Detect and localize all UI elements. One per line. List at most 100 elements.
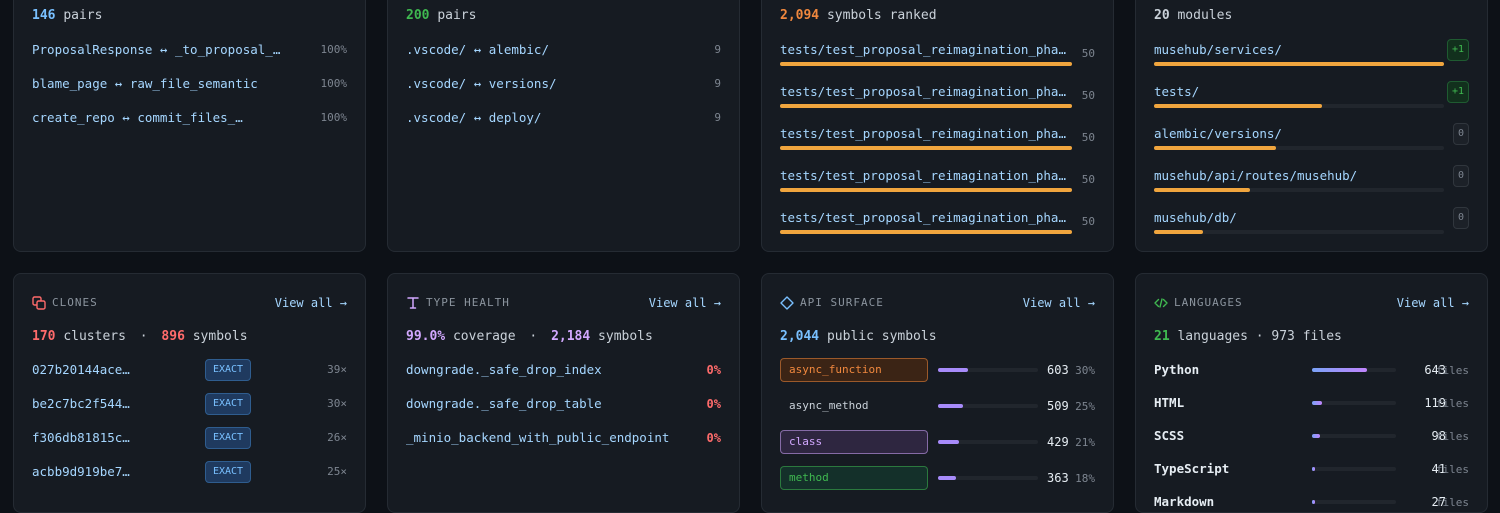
type-health-card: TYPE HEALTH View all → 99.0% coverage · … xyxy=(387,273,740,513)
cochange-count: 200 xyxy=(406,8,430,23)
module-path[interactable]: musehub/db/ xyxy=(1154,209,1237,227)
language-name[interactable]: Markdown xyxy=(1154,493,1214,511)
api-kind-chip[interactable]: class xyxy=(780,430,928,454)
modules-count: 20 xyxy=(1154,8,1170,23)
language-bar-track xyxy=(1312,368,1396,372)
module-bar-track xyxy=(1154,62,1444,66)
api-bar-track xyxy=(938,404,1038,408)
ranked-bar-fill xyxy=(780,62,1072,66)
ranked-bar-track xyxy=(780,62,1072,66)
language-file-unit: files xyxy=(1435,364,1469,377)
language-file-unit: files xyxy=(1435,430,1469,443)
modules-card: 20 modules musehub/services/ +1 tests/ +1 al… xyxy=(1135,0,1488,252)
coupling-pair[interactable]: create_repo ↔ commit_files_… xyxy=(32,109,243,127)
languages-card: LANGUAGES View all → 21 languages · 973 … xyxy=(1135,273,1488,513)
modules-count-label: modules xyxy=(1177,8,1233,23)
api-bar-fill xyxy=(938,440,959,444)
module-path[interactable]: musehub/api/routes/musehub/ xyxy=(1154,167,1357,185)
clones-view-all-link[interactable]: View all → xyxy=(275,294,347,312)
coupling-count: 146 xyxy=(32,8,56,23)
language-bar-fill xyxy=(1312,434,1321,438)
ranked-bar-fill xyxy=(780,230,1072,234)
type-coverage-label: coverage xyxy=(452,329,516,344)
clone-count: 39× xyxy=(327,363,347,376)
api-kind-chip[interactable]: method xyxy=(780,466,928,490)
ranked-score: 50 xyxy=(1081,173,1095,186)
module-path[interactable]: tests/ xyxy=(1154,83,1199,101)
module-path[interactable]: alembic/versions/ xyxy=(1154,125,1282,143)
api-surface-title: API SURFACE xyxy=(800,296,884,309)
cochange-pair[interactable]: .vscode/ ↔ alembic/ xyxy=(406,41,549,59)
module-bar-fill xyxy=(1154,146,1276,150)
languages-count: 21 xyxy=(1154,329,1170,344)
type-coverage-pct: 0% xyxy=(706,397,721,411)
clone-hash[interactable]: 027b20144ace… xyxy=(32,361,130,379)
module-delta-badge: 0 xyxy=(1453,165,1469,187)
api-kind-chip[interactable]: async_function xyxy=(780,358,928,382)
diamond-icon xyxy=(780,296,794,310)
module-bar-fill xyxy=(1154,62,1444,66)
coupling-pair[interactable]: blame_page ↔ raw_file_semantic xyxy=(32,75,258,93)
api-kind-chip[interactable]: async_method xyxy=(780,394,928,418)
type-health-title: TYPE HEALTH xyxy=(426,296,510,309)
clones-icon xyxy=(32,296,46,310)
coupling-score: 100% xyxy=(320,43,348,56)
module-bar-fill xyxy=(1154,230,1204,234)
module-delta-badge: +1 xyxy=(1447,81,1469,103)
type-separator: · xyxy=(529,329,538,344)
ranked-count: 2,094 xyxy=(780,8,820,23)
ranked-symbol[interactable]: tests/test_proposal_reimagination_pha… xyxy=(780,83,1066,101)
api-count-label: public symbols xyxy=(826,329,937,344)
clone-hash[interactable]: be2c7bc2f544… xyxy=(32,395,130,413)
language-name[interactable]: Python xyxy=(1154,361,1199,379)
ranked-bar-track xyxy=(780,104,1072,108)
api-bar-fill xyxy=(938,476,956,480)
clone-hash[interactable]: f306db81815c… xyxy=(32,429,130,447)
coupling-pair[interactable]: ProposalResponse ↔ _to_proposal_… xyxy=(32,41,280,59)
language-bar-track xyxy=(1312,467,1396,471)
api-kind-pct: 30% xyxy=(1075,364,1095,377)
clone-count: 26× xyxy=(327,431,347,444)
language-bar-track xyxy=(1312,401,1396,405)
clone-hash[interactable]: acbb9d919be7… xyxy=(32,463,130,481)
type-health-view-all-link[interactable]: View all → xyxy=(649,294,721,312)
language-name[interactable]: TypeScript xyxy=(1154,460,1229,478)
type-health-summary: 99.0% coverage · 2,184 symbols xyxy=(406,328,653,346)
ranked-symbol[interactable]: tests/test_proposal_reimagination_pha… xyxy=(780,41,1066,59)
untyped-symbol[interactable]: downgrade._safe_drop_index xyxy=(406,361,602,379)
type-coverage: 99.0% xyxy=(406,329,446,344)
untyped-symbol[interactable]: downgrade._safe_drop_table xyxy=(406,395,602,413)
clones-title: CLONES xyxy=(52,296,98,309)
language-bar-fill xyxy=(1312,500,1315,504)
cochange-pair[interactable]: .vscode/ ↔ versions/ xyxy=(406,75,557,93)
language-bar-track xyxy=(1312,500,1396,504)
cochange-pair[interactable]: .vscode/ ↔ deploy/ xyxy=(406,109,541,127)
cochange-card: 200 pairs .vscode/ ↔ alembic/9 .vscode/ ↔… xyxy=(387,0,740,252)
ranked-bar-track xyxy=(780,188,1072,192)
ranked-symbol[interactable]: tests/test_proposal_reimagination_pha… xyxy=(780,167,1066,185)
languages-view-all-link[interactable]: View all → xyxy=(1397,294,1469,312)
api-surface-view-all-link[interactable]: View all → xyxy=(1023,294,1095,312)
ranked-symbol[interactable]: tests/test_proposal_reimagination_pha… xyxy=(780,209,1066,227)
untyped-symbol[interactable]: _minio_backend_with_public_endpoint xyxy=(406,429,669,447)
api-kind-count: 429 xyxy=(1047,435,1069,449)
api-kind-pct: 25% xyxy=(1075,400,1095,413)
api-bar-fill xyxy=(938,404,963,408)
module-path[interactable]: musehub/services/ xyxy=(1154,41,1282,59)
api-kind-pct: 21% xyxy=(1075,436,1095,449)
language-bar-fill xyxy=(1312,401,1323,405)
module-bar-track xyxy=(1154,104,1444,108)
ranked-symbol[interactable]: tests/test_proposal_reimagination_pha… xyxy=(780,125,1066,143)
ranked-bar-track xyxy=(780,230,1072,234)
api-bar-track xyxy=(938,476,1038,480)
api-bar-track xyxy=(938,440,1038,444)
clone-kind-badge: EXACT xyxy=(205,427,251,449)
type-symbols-label: symbols xyxy=(598,329,653,344)
language-name[interactable]: HTML xyxy=(1154,394,1184,412)
api-bar-track xyxy=(938,368,1038,372)
coupling-card: 146 pairs ProposalResponse ↔ _to_proposa… xyxy=(13,0,366,252)
clones-separator: · xyxy=(139,329,148,344)
language-name[interactable]: SCSS xyxy=(1154,427,1184,445)
coupling-score: 100% xyxy=(320,111,348,124)
ranked-bar-fill xyxy=(780,104,1072,108)
